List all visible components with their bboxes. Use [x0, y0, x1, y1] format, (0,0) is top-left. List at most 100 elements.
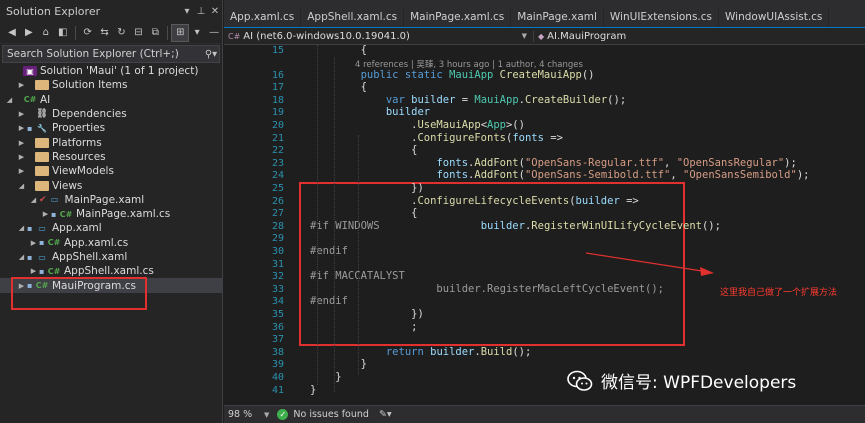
- solution-explorer-search[interactable]: Search Solution Explorer (Ctrl+;) ⚲▾: [2, 45, 220, 63]
- code-token: =: [461, 93, 475, 106]
- code-line[interactable]: fonts.AddFont("OpenSans-Regular.ttf", "O…: [310, 157, 796, 170]
- window-position-dropdown-icon[interactable]: ▾: [180, 6, 194, 17]
- tree-item[interactable]: ▶ Resources: [0, 150, 222, 164]
- solution-icon: ▣: [23, 66, 37, 77]
- document-tab[interactable]: App.xaml.cs: [224, 7, 302, 27]
- code-token: =>: [550, 131, 563, 144]
- tree-item[interactable]: ▣ Solution 'Maui' (1 of 1 project): [0, 64, 222, 78]
- refresh-icon[interactable]: ↻: [114, 25, 130, 41]
- code-line[interactable]: {: [310, 44, 367, 57]
- code-line[interactable]: .ConfigureFonts(fonts =>: [310, 132, 563, 145]
- code-line[interactable]: {: [310, 81, 367, 94]
- collapse-all-icon[interactable]: ⊟: [130, 25, 146, 41]
- expand-arrow-icon[interactable]: ▶: [28, 267, 39, 275]
- home-icon[interactable]: ⌂: [38, 25, 54, 41]
- code-area[interactable]: 4 references | 吴臻, 3 hours ago | 1 autho…: [224, 44, 865, 405]
- code-line[interactable]: var builder = MauiApp.CreateBuilder();: [310, 94, 626, 107]
- code-token: .: [310, 119, 418, 131]
- tree-item[interactable]: ◢ Views: [0, 178, 222, 192]
- code-line[interactable]: .UseMauiApp<App>(): [310, 119, 525, 132]
- expand-arrow-icon[interactable]: ▶: [16, 110, 27, 118]
- tree-item[interactable]: ▶ ▪ C# AppShell.xaml.cs: [0, 264, 222, 278]
- tree-item[interactable]: ◢ ✔ ▭ MainPage.xaml: [0, 193, 222, 207]
- code-line[interactable]: builder.RegisterMacLeftCycleEvent();: [310, 283, 664, 296]
- code-line[interactable]: }): [310, 308, 424, 321]
- tree-item[interactable]: ▶ Solution Items: [0, 78, 222, 92]
- collapse-arrow-icon[interactable]: ◢: [16, 253, 27, 261]
- collapse-arrow-icon[interactable]: ◢: [16, 182, 27, 190]
- collapse-arrow-icon[interactable]: ◢: [28, 196, 39, 204]
- code-line[interactable]: #endif: [310, 295, 348, 308]
- tree-item[interactable]: ▶ ▪ 🔧 Properties: [0, 121, 222, 135]
- expand-arrow-icon[interactable]: ▶: [16, 282, 27, 290]
- sync-active-document-icon[interactable]: ⇆: [97, 25, 113, 41]
- tree-item[interactable]: ▶ Platforms: [0, 135, 222, 149]
- code-line[interactable]: ;: [310, 321, 417, 334]
- close-icon[interactable]: ✕: [208, 6, 222, 17]
- expand-arrow-icon[interactable]: ▶: [40, 210, 51, 218]
- zoom-level[interactable]: 98 %: [224, 409, 264, 420]
- expand-arrow-icon[interactable]: ▶: [16, 139, 27, 147]
- zoom-dropdown-icon[interactable]: ▼: [264, 411, 269, 419]
- document-tab[interactable]: WindowUIAssist.cs: [719, 7, 830, 27]
- collapse-arrow-icon[interactable]: ◢: [4, 96, 15, 104]
- document-tab[interactable]: MainPage.xaml.cs: [404, 7, 512, 27]
- project-dropdown[interactable]: C# AI (net6.0-windows10.0.19041.0) ▼: [224, 30, 534, 42]
- editor-status-bar: 98 % ▼ ✓ No issues found ✎▾: [224, 405, 865, 423]
- document-tab[interactable]: AppShell.xaml.cs: [301, 7, 405, 27]
- expand-arrow-icon[interactable]: ▶: [16, 167, 27, 175]
- pending-changes-icon[interactable]: ⟳: [80, 25, 96, 41]
- expand-arrow-icon[interactable]: ▶: [28, 239, 39, 247]
- code-line[interactable]: }: [310, 384, 316, 397]
- member-dropdown[interactable]: ◆ AI.MauiProgram: [534, 31, 865, 42]
- pin-icon[interactable]: ⊥: [194, 6, 208, 17]
- tree-item[interactable]: ▶ ▪ C# MainPage.xaml.cs: [0, 207, 222, 221]
- back-icon[interactable]: ◀: [4, 25, 20, 41]
- code-line[interactable]: #if WINDOWS builder.RegisterWinUILifyCyc…: [310, 220, 721, 233]
- code-line[interactable]: }): [310, 182, 424, 195]
- folder-icon: [35, 137, 49, 148]
- tree-item[interactable]: ◢ C# AI: [0, 93, 222, 107]
- document-tab[interactable]: MainPage.xaml: [511, 7, 604, 27]
- search-input[interactable]: Search Solution Explorer (Ctrl+;): [7, 48, 203, 60]
- tree-item-label: MainPage.xaml: [64, 193, 145, 206]
- forward-icon[interactable]: ▶: [21, 25, 37, 41]
- code-cleanup-icon[interactable]: ✎▾: [379, 409, 392, 420]
- tree-item-label: AppShell.xaml: [52, 251, 128, 263]
- code-line[interactable]: .ConfigureLifecycleEvents(builder =>: [310, 195, 639, 208]
- code-line[interactable]: return builder.Build();: [310, 346, 531, 359]
- expand-arrow-icon[interactable]: ▶: [16, 153, 27, 161]
- tree-item-label: Solution Items: [52, 79, 128, 92]
- solution-explorer-title: Solution Explorer: [6, 4, 101, 18]
- expand-arrow-icon[interactable]: ▶: [16, 81, 27, 89]
- collapse-arrow-icon[interactable]: ◢: [16, 224, 27, 232]
- code-line[interactable]: {: [310, 207, 417, 220]
- code-line[interactable]: #endif: [310, 245, 348, 258]
- tree-item[interactable]: ▶ ⛓ Dependencies: [0, 107, 222, 121]
- issues-status[interactable]: No issues found: [293, 409, 369, 420]
- document-tab[interactable]: WinUIExtensions.cs: [603, 7, 720, 27]
- code-line[interactable]: }: [310, 371, 341, 384]
- code-editor-panel: App.xaml.cs AppShell.xaml.cs MainPage.xaml…: [224, 0, 865, 423]
- expand-arrow-icon[interactable]: ▶: [16, 124, 27, 132]
- switch-views-icon[interactable]: ◧: [55, 25, 71, 41]
- code-line[interactable]: fonts.AddFont("OpenSans-Semibold.ttf", "…: [310, 169, 809, 182]
- tree-item-label: MauiProgram.cs: [52, 279, 136, 292]
- tree-item[interactable]: ▶ ▪ C# MauiProgram.cs: [0, 278, 222, 293]
- toolbar-divider: [167, 25, 169, 40]
- code-token: CreateMauiApp: [499, 68, 582, 81]
- code-line[interactable]: {: [310, 144, 417, 157]
- code-line[interactable]: public static MauiApp CreateMauiApp(): [310, 69, 595, 82]
- line-number: 15: [271, 45, 284, 56]
- preview-icon[interactable]: —: [206, 25, 222, 41]
- code-token: }): [310, 308, 424, 320]
- tree-item[interactable]: ◢ ▪ ▭ AppShell.xaml: [0, 250, 222, 264]
- properties-icon[interactable]: ▾: [189, 25, 205, 41]
- search-icon[interactable]: ⚲▾: [203, 49, 219, 60]
- tree-item[interactable]: ▶ ViewModels: [0, 164, 222, 178]
- show-all-files-icon[interactable]: ⧉: [147, 25, 163, 41]
- tree-item[interactable]: ▶ ▪ C# App.xaml.cs: [0, 236, 222, 250]
- code-line[interactable]: builder: [310, 106, 430, 119]
- tree-item[interactable]: ◢ ▪ ▭ App.xaml: [0, 221, 222, 235]
- filter-icon[interactable]: ⊞: [171, 23, 190, 42]
